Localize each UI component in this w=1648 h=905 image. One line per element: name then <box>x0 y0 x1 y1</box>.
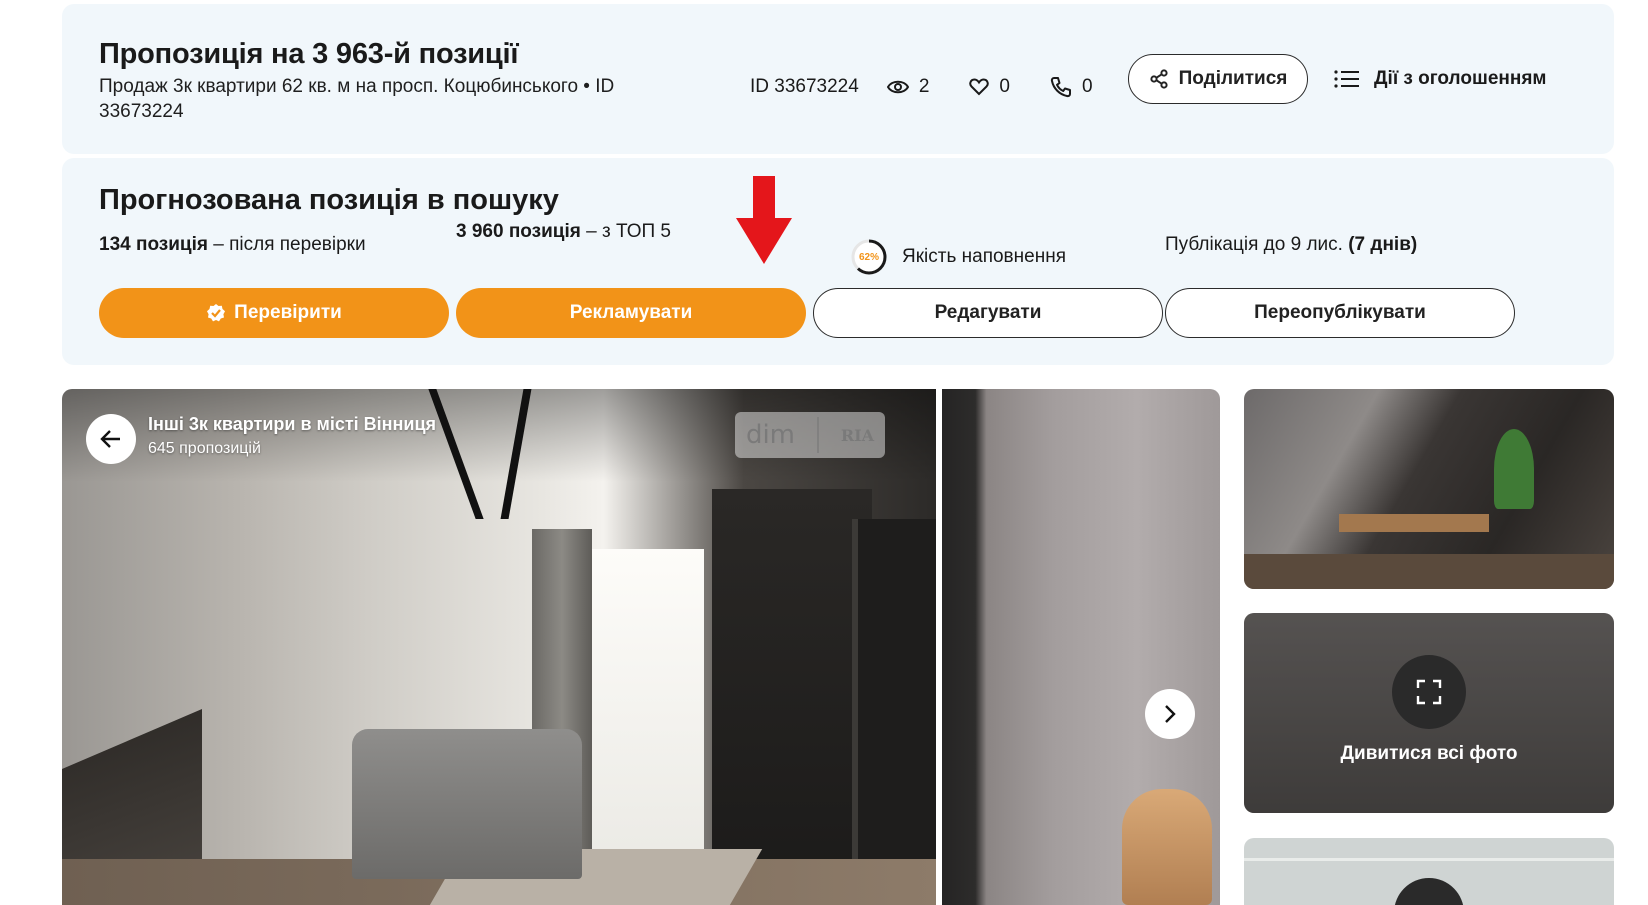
top-position-info: 3 960 позиція – з ТОП 5 <box>456 221 671 243</box>
top-note: – з ТОП 5 <box>580 221 671 242</box>
quality-indicator: 62% Якість наповнення <box>850 238 1066 276</box>
share-button[interactable]: Поділитися <box>1128 54 1308 104</box>
heart-icon <box>969 78 990 96</box>
forecast-card: Прогнозована позиція в пошуку 134 позиці… <box>62 158 1614 365</box>
chevron-right-icon <box>1165 705 1176 723</box>
edit-button[interactable]: Редагувати <box>813 288 1163 338</box>
page-title: Пропозиція на 3 963-й позиції <box>99 38 519 70</box>
main-photo[interactable] <box>62 389 936 905</box>
listing-actions-menu[interactable]: Дії з оголошенням <box>1334 68 1546 90</box>
watermark-left: dim <box>745 420 796 450</box>
verified-icon <box>207 304 226 322</box>
actions-label: Дії з оголошенням <box>1374 68 1547 89</box>
eye-icon <box>886 80 909 94</box>
listing-header-card: Пропозиція на 3 963-й позиції Продаж 3к … <box>62 4 1614 154</box>
second-photo[interactable] <box>942 389 1220 905</box>
listing-id: ID 33673224 <box>750 76 859 97</box>
republish-label: Переопублікувати <box>1254 302 1426 323</box>
arrow-left-icon <box>100 430 120 448</box>
share-icon <box>1150 69 1168 89</box>
favorites-stat: 0 <box>969 76 1010 98</box>
view-all-photos-tile[interactable]: Дивитися всі фото <box>1244 613 1614 813</box>
check-position-info: 134 позиція – після перевірки <box>99 234 366 256</box>
views-count: 2 <box>918 76 930 97</box>
publication-days: (7 днів) <box>1348 234 1418 255</box>
list-icon <box>1334 70 1359 88</box>
check-label: Перевірити <box>234 302 342 323</box>
advertise-button[interactable]: Рекламувати <box>456 288 806 338</box>
calls-count: 0 <box>1081 76 1093 97</box>
share-label: Поділитися <box>1178 68 1288 89</box>
favorites-count: 0 <box>999 76 1010 97</box>
publication-label: Публікація до 9 лис. <box>1165 234 1349 255</box>
views-stat: 2 <box>886 76 930 98</box>
listing-page: Пропозиція на 3 963-й позиції Продаж 3к … <box>0 0 1648 905</box>
thumbnail-photo[interactable] <box>1244 389 1614 589</box>
check-note: – після перевірки <box>207 234 366 255</box>
view-all-photos-label: Дивитися всі фото <box>1340 743 1518 764</box>
listing-subtitle: Продаж 3к квартири 62 кв. м на просп. Ко… <box>99 76 615 122</box>
next-photo-button[interactable] <box>1145 689 1195 739</box>
similar-listings-count: 645 пропозицій <box>148 440 261 457</box>
dim-ria-watermark: dim RIA <box>735 412 885 458</box>
watermark-right: RIA <box>840 425 875 445</box>
top-position: 3 960 позиція <box>456 221 581 242</box>
map-tile[interactable] <box>1244 838 1614 905</box>
edit-label: Редагувати <box>934 302 1042 323</box>
publication-info: Публікація до 9 лис. (7 днів) <box>1165 234 1417 256</box>
fullscreen-button[interactable] <box>1392 655 1466 729</box>
republish-button[interactable]: Переопублікувати <box>1165 288 1515 338</box>
down-arrow-annotation <box>736 176 792 264</box>
listing-stats: ID 33673224 2 0 0 <box>750 76 1133 98</box>
fullscreen-icon <box>1416 679 1442 705</box>
quality-ring: 62% <box>850 238 888 276</box>
quality-label: Якість наповнення <box>902 246 1066 267</box>
check-position: 134 позиція <box>99 234 208 255</box>
advertise-label: Рекламувати <box>569 302 693 323</box>
forecast-title: Прогнозована позиція в пошуку <box>99 184 559 216</box>
calls-stat: 0 <box>1050 76 1093 98</box>
back-button[interactable] <box>86 414 136 464</box>
phone-icon <box>1050 77 1071 98</box>
similar-listings-link[interactable]: Інші 3к квартири в місті Вінниця <box>148 414 436 435</box>
quality-percent: 62% <box>858 251 879 263</box>
check-button[interactable]: Перевірити <box>99 288 449 338</box>
map-pin-icon <box>1394 878 1464 905</box>
